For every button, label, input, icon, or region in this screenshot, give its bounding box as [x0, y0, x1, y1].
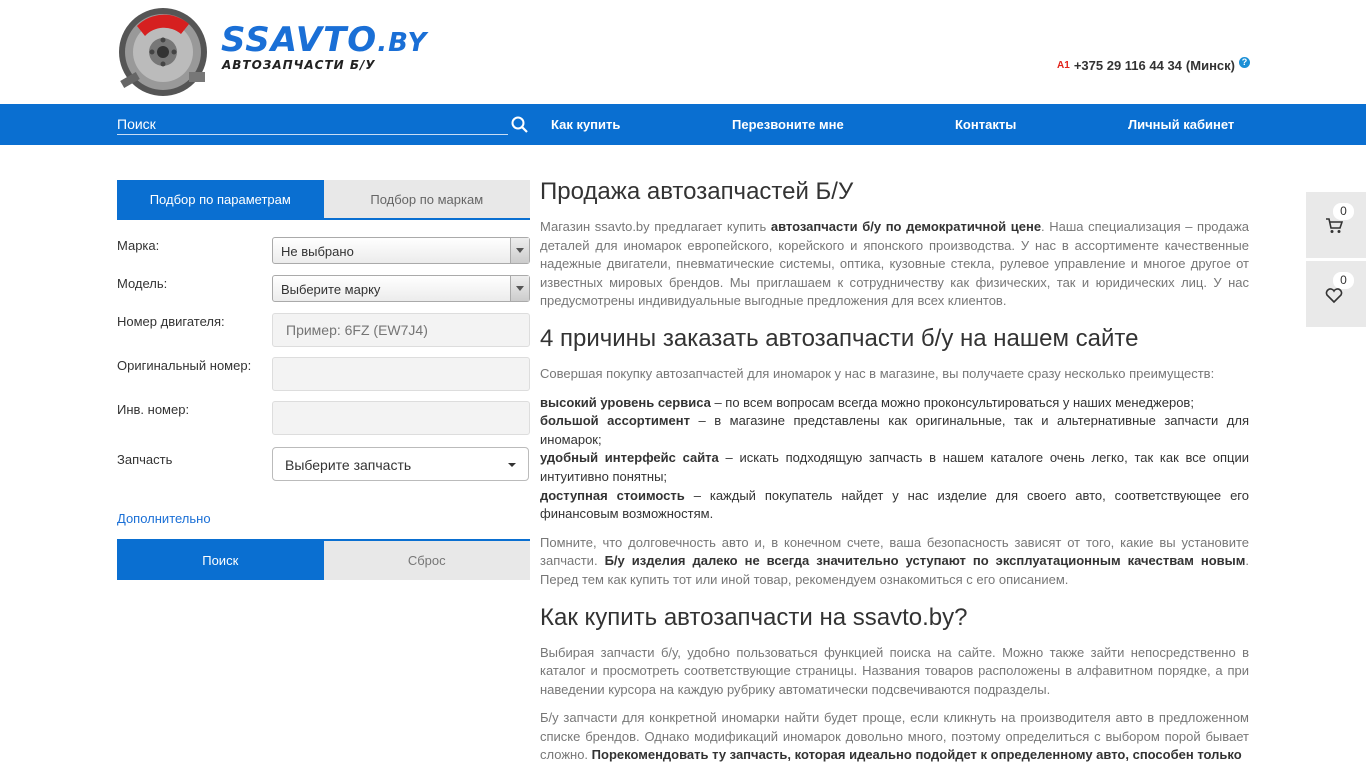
cart-icon: [1326, 218, 1343, 233]
chevron-down-icon: [510, 238, 529, 263]
search-input[interactable]: [117, 113, 508, 135]
advanced-search-link[interactable]: Дополнительно: [117, 511, 211, 526]
site-logo[interactable]: SSAVTO.BY АВТОЗАПЧАСТИ Б/У: [117, 6, 452, 98]
safety-paragraph: Помните, что долговечность авто и, в кон…: [540, 534, 1249, 587]
list-item: удобный интерфейс сайта – искать подходя…: [540, 450, 1249, 484]
inv-number-input[interactable]: [272, 401, 530, 435]
contact-phone: A1 +375 29 116 44 34 (Минск) ?: [1057, 57, 1250, 73]
reasons-list: высокий уровень сервиса – по всем вопрос…: [540, 394, 1249, 524]
phone-number[interactable]: +375 29 116 44 34: [1074, 58, 1182, 73]
favorites-widget[interactable]: 0: [1306, 261, 1366, 327]
tab-by-brands[interactable]: Подбор по маркам: [323, 180, 530, 218]
cart-widget[interactable]: 0: [1306, 192, 1366, 258]
phone-city: (Минск): [1185, 58, 1235, 73]
list-item: высокий уровень сервиса – по всем вопрос…: [540, 394, 1194, 410]
brand-label: Марка:: [117, 238, 160, 253]
engine-label: Номер двигателя:: [117, 314, 225, 329]
filter-tabs: Подбор по параметрам Подбор по маркам: [117, 180, 530, 220]
list-item: доступная стоимость – каждый покупатель …: [540, 487, 1249, 522]
reasons-intro: Совершая покупку автозапчастей для инома…: [540, 365, 1215, 381]
header-search: [117, 113, 529, 139]
nav-contacts[interactable]: Контакты: [955, 117, 1016, 132]
logo-tagline: АВТОЗАПЧАСТИ Б/У: [222, 58, 376, 72]
part-select-value: Выберите запчасть: [285, 457, 412, 473]
brake-disc-logo-icon: [119, 8, 207, 96]
inv-number-label: Инв. номер:: [117, 402, 190, 417]
brand-select-value: Не выбрано: [281, 244, 354, 259]
original-number-label: Оригинальный номер:: [117, 358, 252, 373]
heart-icon: [1325, 288, 1343, 304]
part-label: Запчасть: [117, 452, 173, 467]
chevron-down-icon: [510, 276, 529, 301]
nav-account[interactable]: Личный кабинет: [1128, 117, 1234, 132]
main-navbar: Как купить Перезвоните мне Контакты Личн…: [0, 104, 1366, 145]
caret-down-icon: [508, 463, 516, 467]
page-title: Продажа автозапчастей Б/У: [540, 178, 854, 205]
filter-search-button[interactable]: Поиск: [117, 541, 324, 580]
favorites-count-badge: 0: [1333, 272, 1354, 289]
site-header: SSAVTO.BY АВТОЗАПЧАСТИ Б/У A1 +375 29 11…: [0, 0, 1366, 104]
help-icon[interactable]: ?: [1239, 57, 1250, 68]
model-select-value: Выберите марку: [281, 282, 381, 297]
a1-operator-icon: A1: [1057, 60, 1070, 71]
search-button[interactable]: [509, 116, 529, 136]
model-select[interactable]: Выберите марку: [272, 275, 530, 302]
search-icon: [511, 116, 528, 133]
reasons-heading: 4 причины заказать автозапчасти б/у на н…: [540, 324, 1139, 352]
filter-actions: Поиск Сброс: [117, 539, 530, 580]
brand-select[interactable]: Не выбрано: [272, 237, 530, 264]
how-to-buy-heading: Как купить автозапчасти на ssavto.by?: [540, 603, 968, 631]
intro-paragraph: Магазин ssavto.by предлагает купить авто…: [540, 219, 1249, 309]
tab-by-parameters[interactable]: Подбор по параметрам: [117, 180, 324, 218]
brands-paragraph: Б/у запчасти для конкретной иномарки най…: [540, 710, 1249, 763]
nav-callback[interactable]: Перезвоните мне: [732, 117, 844, 132]
list-item: большой ассортимент – в магазине предста…: [540, 413, 1249, 447]
main-content: Продажа автозапчастей Б/У Магазин ssavto…: [540, 178, 1249, 775]
nav-how-to-buy[interactable]: Как купить: [551, 117, 620, 132]
engine-number-input[interactable]: [272, 313, 530, 347]
original-number-input[interactable]: [272, 357, 530, 391]
how-to-buy-paragraph: Выбирая запчасти б/у, удобно пользоватьс…: [540, 644, 1249, 697]
filter-reset-button[interactable]: Сброс: [323, 541, 530, 580]
parts-filter-panel: Подбор по параметрам Подбор по маркам Ма…: [117, 180, 530, 580]
logo-wordmark: SSAVTO.BY: [221, 20, 428, 60]
part-select[interactable]: Выберите запчасть: [272, 447, 529, 481]
model-label: Модель:: [117, 276, 168, 291]
